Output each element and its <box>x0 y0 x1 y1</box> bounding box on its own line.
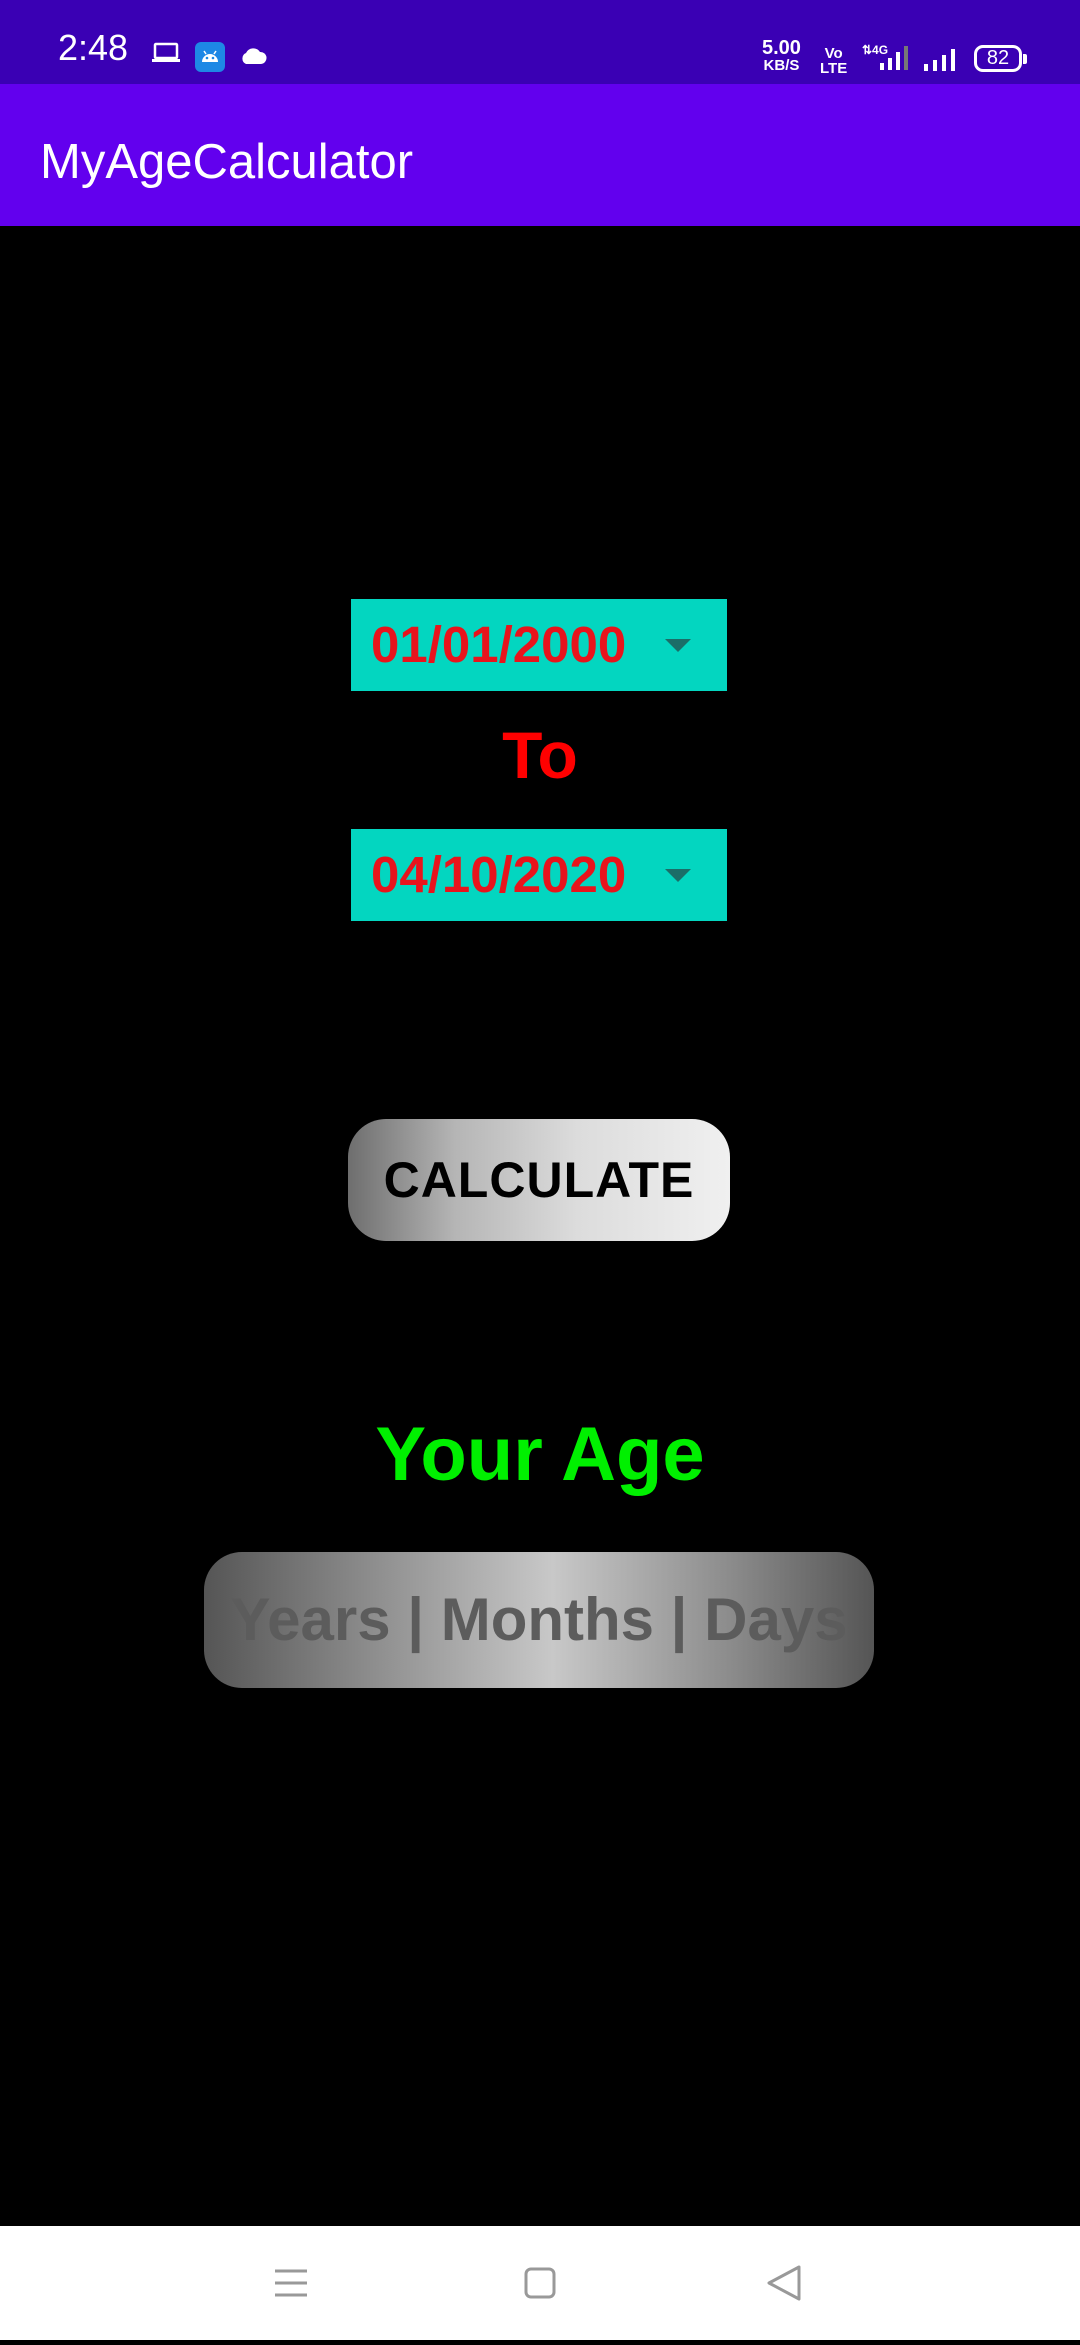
signal-4g-icon: ⇅4G <box>860 42 910 77</box>
dropdown-arrow-icon <box>665 869 691 882</box>
app-bar: MyAgeCalculator <box>0 84 1080 226</box>
menu-icon[interactable] <box>231 2226 351 2340</box>
calculate-button[interactable]: CALCULATE <box>348 1119 730 1241</box>
app-title: MyAgeCalculator <box>40 135 414 189</box>
volte-top: Vo <box>824 45 843 62</box>
volte-indicator: Vo LTE <box>820 46 847 76</box>
from-date-value: 01/01/2000 <box>371 616 627 673</box>
android-icon <box>195 42 225 77</box>
cloud-icon <box>238 46 268 71</box>
system-nav-bar <box>0 2226 1080 2340</box>
age-result: Years | Months | Days <box>204 1552 874 1688</box>
to-date-value: 04/10/2020 <box>371 846 627 903</box>
net-speed-unit: KB/S <box>763 57 800 74</box>
net-speed: 5.00 KB/S <box>762 37 801 74</box>
svg-text:⇅4G: ⇅4G <box>862 43 888 57</box>
signal-icon <box>922 46 962 77</box>
dropdown-arrow-icon <box>665 639 691 652</box>
status-bar: 2:48 5.00 KB/S Vo LTE ⇅4G 82 <box>0 0 1080 84</box>
from-date-picker[interactable]: 01/01/2000 <box>351 599 727 691</box>
to-date-picker[interactable]: 04/10/2020 <box>351 829 727 921</box>
volte-bottom: LTE <box>820 60 848 77</box>
back-icon[interactable] <box>725 2226 845 2340</box>
laptop-icon <box>151 42 181 69</box>
home-icon[interactable] <box>480 2226 600 2340</box>
your-age-heading: Your Age <box>375 1412 705 1497</box>
net-speed-value: 5.00 <box>762 37 801 59</box>
battery-icon: 82 <box>974 45 1027 72</box>
to-label: To <box>502 718 578 792</box>
status-time: 2:48 <box>58 27 129 68</box>
